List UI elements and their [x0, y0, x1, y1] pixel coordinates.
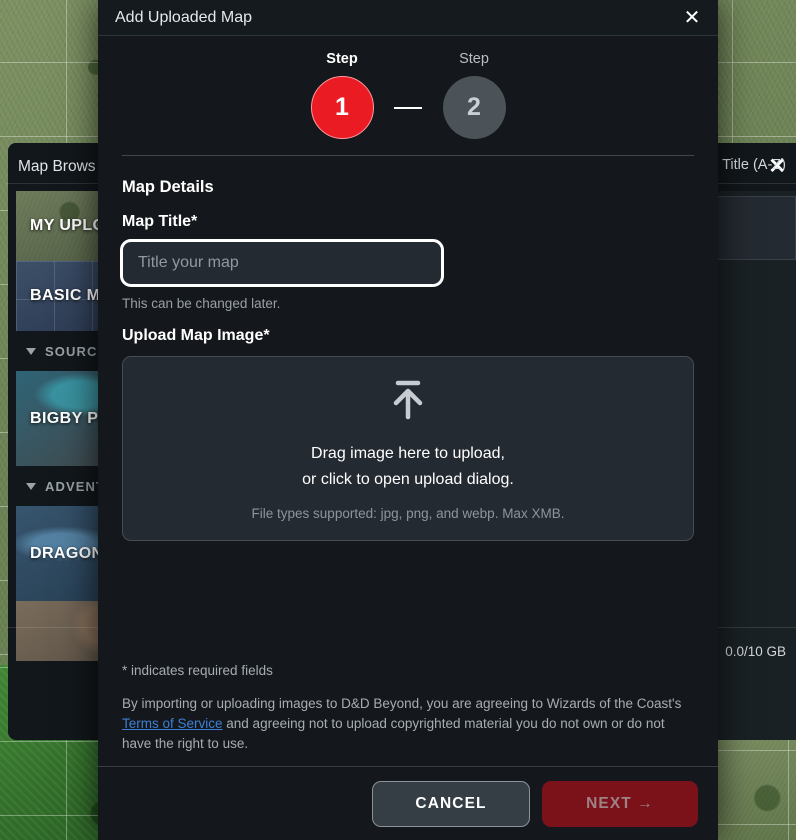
dropzone-filetypes-text: File types supported: jpg, png, and webp… [251, 506, 565, 521]
cancel-button[interactable]: CANCEL [372, 780, 530, 827]
required-fields-note: * indicates required fields [122, 663, 273, 678]
map-details-form: Map Details Map Title* This can be chang… [98, 178, 718, 541]
storage-usage-text: 0.0/10 GB [725, 644, 786, 659]
dropzone-line-2: or click to open upload dialog. [302, 471, 514, 488]
chevron-down-icon [26, 347, 36, 355]
step-connector [394, 107, 422, 109]
step-2-word: Step [459, 51, 489, 67]
next-button[interactable]: NEXT → [542, 780, 698, 827]
header-divider [122, 155, 694, 156]
map-title-helper-text: This can be changed later. [122, 296, 281, 311]
step-2-circle: 2 [442, 76, 506, 139]
legal-text-before: By importing or uploading images to D&D … [122, 696, 682, 711]
dialog-footer: CANCEL NEXT → [98, 766, 718, 840]
map-result-card[interactable] [706, 196, 796, 260]
map-browser-title: Map Brows [18, 158, 96, 175]
map-details-heading: Map Details [122, 178, 214, 196]
step-1-word: Step [326, 51, 358, 67]
map-title-input[interactable] [122, 241, 442, 285]
upload-dropzone[interactable]: Drag image here to upload, or click to o… [122, 356, 694, 541]
legal-section: * indicates required fields By importing… [122, 663, 694, 754]
map-title-input-wrapper[interactable] [120, 239, 444, 287]
dropzone-line-1: Drag image here to upload, [311, 445, 505, 462]
dialog-header: Add Uploaded Map ✕ [98, 0, 718, 36]
map-title-label: Map Title* [122, 213, 198, 230]
upload-arrow-icon [385, 376, 431, 427]
legal-disclaimer: By importing or uploading images to D&D … [122, 694, 694, 754]
step-2: Step 2 [422, 50, 526, 139]
chevron-down-icon [26, 482, 36, 490]
dialog-body: Step 1 Step 2 Map Details Map Title* Thi… [98, 36, 718, 766]
upload-map-image-label: Upload Map Image* [122, 327, 270, 344]
close-icon[interactable]: ✕ [680, 6, 704, 30]
map-category-label: DRAGON [30, 544, 104, 562]
step-1-circle: 1 [310, 76, 374, 139]
terms-of-service-link[interactable]: Terms of Service [122, 716, 223, 731]
step-1: Step 1 [290, 50, 394, 139]
add-uploaded-map-dialog: Add Uploaded Map ✕ Step 1 Step 2 Map Det… [98, 0, 718, 840]
sort-dropdown-value[interactable]: Title (A-Z) [722, 157, 786, 173]
step-indicator: Step 1 Step 2 [98, 50, 718, 139]
dialog-title: Add Uploaded Map [115, 8, 252, 26]
map-category-label: BIGBY PI [30, 409, 104, 427]
